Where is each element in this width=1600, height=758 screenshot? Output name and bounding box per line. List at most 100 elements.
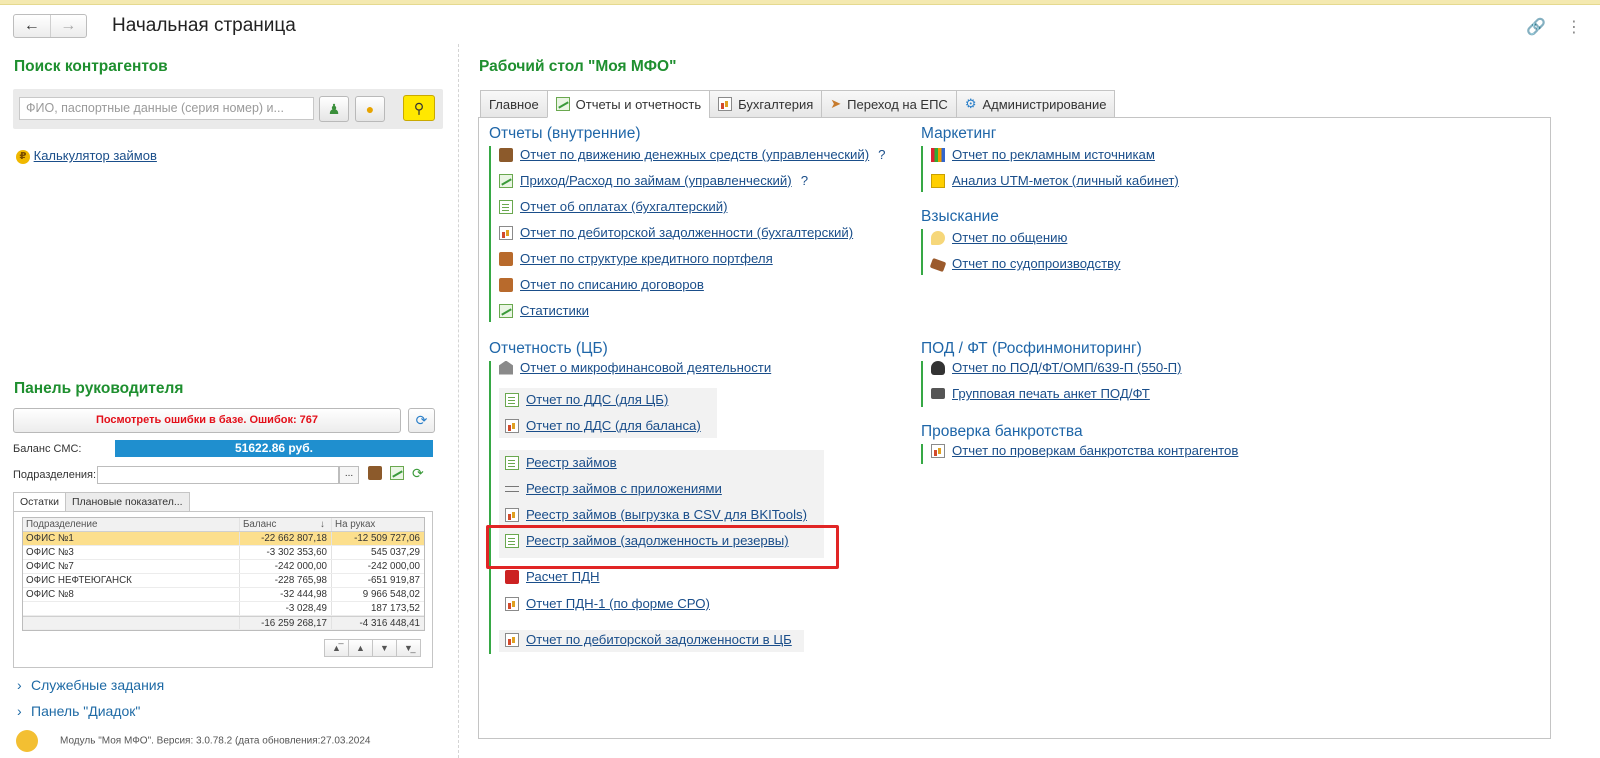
tab-accounting-label: Бухгалтерия <box>738 96 814 112</box>
gear-icon: ⚙ <box>964 96 977 111</box>
aml-group-print-link[interactable]: Групповая печать анкет ПОД/ФТ <box>952 386 1150 401</box>
loan-registry: Реестр займов <box>505 455 617 470</box>
db-errors-button[interactable]: Посмотреть ошибки в базе. Ошибок: 767 <box>13 408 401 433</box>
report-dds-cb-link[interactable]: Отчет по ДДС (для ЦБ) <box>526 392 668 407</box>
cell-balance: -242 000,00 <box>239 560 331 573</box>
scroll-bottom-button[interactable]: ▼̲ <box>396 639 421 657</box>
report-utm-link[interactable]: Анализ UTM-меток (личный кабинет) <box>952 173 1179 188</box>
report-dds-balance: Отчет по ДДС (для баланса) <box>505 418 701 433</box>
report-payments-link[interactable]: Отчет об оплатах (бухгалтерский) <box>520 199 727 214</box>
service-tasks-group[interactable]: › Служебные задания <box>17 677 164 693</box>
tab-main[interactable]: Главное <box>480 90 548 118</box>
column-header-balance[interactable]: Баланс ↓ <box>239 518 331 531</box>
tab-eps[interactable]: ➤ Переход на ЕПС <box>821 90 957 118</box>
report-icon <box>505 596 519 611</box>
division-label: Подразделения: <box>13 469 97 481</box>
people-icon: ♟ <box>327 100 341 117</box>
scan-passport-button[interactable]: ● <box>355 96 385 122</box>
tab-balances[interactable]: Остатки <box>13 492 66 512</box>
refresh-icon[interactable]: ⟳ <box>412 466 424 480</box>
report-bankruptcy-link[interactable]: Отчет по проверкам банкротства контраген… <box>952 443 1238 458</box>
group-collection-title: Взыскание <box>921 208 999 225</box>
tab-plan[interactable]: Плановые показател... <box>65 492 190 512</box>
report-cash-flow-link[interactable]: Отчет по движению денежных средств (упра… <box>520 147 869 162</box>
table-navigation: ▲̅ ▲ ▼ ▼̲ <box>324 639 421 657</box>
cell-total-onhand: -4 316 448,41 <box>331 617 424 629</box>
version-text: Модуль "Моя МФО". Версия: 3.0.78.2 (дата… <box>60 735 371 747</box>
table-row[interactable]: ОФИС НЕФТЕЮГАНСК -228 765,98 -651 919,87 <box>23 574 424 588</box>
report-receivables-link[interactable]: Отчет по дебиторской задолженности (бухг… <box>520 225 853 240</box>
scroll-down-button[interactable]: ▼ <box>372 639 397 657</box>
cell-division: ОФИС №8 <box>26 589 74 600</box>
help-icon[interactable]: ? <box>878 147 885 162</box>
report-write-off: Отчет по списанию договоров <box>499 277 704 292</box>
help-icon[interactable]: ? <box>801 173 808 188</box>
loan-registry-attachments-link[interactable]: Реестр займов с приложениями <box>526 481 722 496</box>
report-receivables: Отчет по дебиторской задолженности (бухг… <box>499 225 853 240</box>
diadoc-panel-group[interactable]: › Панель "Диадок" <box>17 703 140 719</box>
cell-total-label <box>23 617 239 629</box>
report-portfolio: Отчет по структуре кредитного портфеля <box>499 251 773 266</box>
tab-eps-label: Переход на ЕПС <box>847 96 948 112</box>
loan-registry-csv-link[interactable]: Реестр займов (выгрузка в CSV для BKIToo… <box>526 507 807 522</box>
report-utm: Анализ UTM-меток (личный кабинет) <box>931 173 1179 188</box>
report-dds-balance-link[interactable]: Отчет по ДДС (для баланса) <box>526 418 701 433</box>
report-statistics-link[interactable]: Статистики <box>520 303 589 318</box>
report-litigation-link[interactable]: Отчет по судопроизводству <box>952 256 1120 271</box>
report-icon <box>505 418 519 433</box>
column-header-division[interactable]: Подразделение <box>23 518 239 531</box>
report-cash-flow: Отчет по движению денежных средств (упра… <box>499 147 886 162</box>
report-statistics: Статистики <box>499 303 589 318</box>
report-portfolio-link[interactable]: Отчет по структуре кредитного портфеля <box>520 251 773 266</box>
table-row[interactable]: ОФИС №1 -22 662 807,18 -12 509 727,06 <box>23 532 424 546</box>
column-header-onhand[interactable]: На руках <box>331 518 424 531</box>
cell-balance: -228 765,98 <box>239 574 331 587</box>
scroll-top-button[interactable]: ▲̅ <box>324 639 349 657</box>
division-input[interactable] <box>97 466 339 484</box>
report-receivables-cb-link[interactable]: Отчет по дебиторской задолженности в ЦБ <box>526 632 792 647</box>
bank-icon <box>499 360 513 375</box>
balances-table: Подразделение Баланс ↓ На руках ОФИС №1 … <box>22 517 425 631</box>
scroll-up-button[interactable]: ▲ <box>348 639 373 657</box>
tab-reports[interactable]: Отчеты и отчетность <box>546 90 711 118</box>
forward-button[interactable]: → <box>49 15 87 37</box>
service-tasks-label: Служебные задания <box>31 677 165 693</box>
highlight-frame <box>486 525 839 569</box>
report-aml-link[interactable]: Отчет по ПОД/ФТ/ОМП/639-П (550-П) <box>952 360 1182 375</box>
search-panel: ФИО, паспортные данные (серия номер) и..… <box>13 89 443 129</box>
coin-icon: ● <box>365 101 375 117</box>
checklist-icon <box>505 455 519 470</box>
table-row[interactable]: ОФИС №7 -242 000,00 -242 000,00 <box>23 560 424 574</box>
report-write-off-link[interactable]: Отчет по списанию договоров <box>520 277 704 292</box>
ruble-coin-icon: ₽ <box>16 149 30 164</box>
calculator-link[interactable]: Калькулятор займов <box>34 148 157 163</box>
pdn-calculation: Расчет ПДН <box>505 569 600 584</box>
tab-admin[interactable]: ⚙ Администрирование <box>955 90 1116 118</box>
loan-registry-link[interactable]: Реестр займов <box>526 455 617 470</box>
pdn-report-link[interactable]: Отчет ПДН-1 (по форме СРО) <box>526 596 710 611</box>
cell-balance: -3 302 353,60 <box>239 546 331 559</box>
tab-admin-label: Администрирование <box>982 96 1107 112</box>
division-select-button[interactable]: ... <box>339 466 359 484</box>
chevron-right-icon: › <box>17 703 22 719</box>
table-row[interactable]: ОФИС №8 -32 444,98 9 966 548,02 <box>23 588 424 602</box>
tab-accounting[interactable]: Бухгалтерия <box>709 90 823 118</box>
chart-icon[interactable] <box>390 466 404 480</box>
more-vertical-icon[interactable]: ⋮ <box>1566 17 1582 37</box>
report-ad-sources-link[interactable]: Отчет по рекламным источникам <box>952 147 1155 162</box>
analytics-icon <box>931 173 945 188</box>
report-loans-in-out-link[interactable]: Приход/Расход по займам (управленческий) <box>520 173 792 188</box>
search-input[interactable]: ФИО, паспортные данные (серия номер) и..… <box>19 97 314 120</box>
wallet-icon[interactable] <box>368 466 382 480</box>
report-mfo-activity-link[interactable]: Отчет о микрофинансовой деятельности <box>520 360 771 375</box>
link-icon[interactable]: 🔗 <box>1526 17 1546 37</box>
pdn-calculation-link[interactable]: Расчет ПДН <box>526 569 600 584</box>
contractor-select-button[interactable]: ♟ <box>319 96 349 122</box>
report-communication-link[interactable]: Отчет по общению <box>952 230 1067 245</box>
table-row[interactable]: -3 028,49 187 173,52 <box>23 602 424 616</box>
table-row[interactable]: ОФИС №3 -3 302 353,60 545 037,29 <box>23 546 424 560</box>
report-litigation: Отчет по судопроизводству <box>929 256 1120 273</box>
back-button[interactable]: ← <box>14 15 50 37</box>
refresh-button[interactable]: ⟳ <box>408 408 435 433</box>
find-button[interactable]: ⚲ <box>403 95 435 121</box>
